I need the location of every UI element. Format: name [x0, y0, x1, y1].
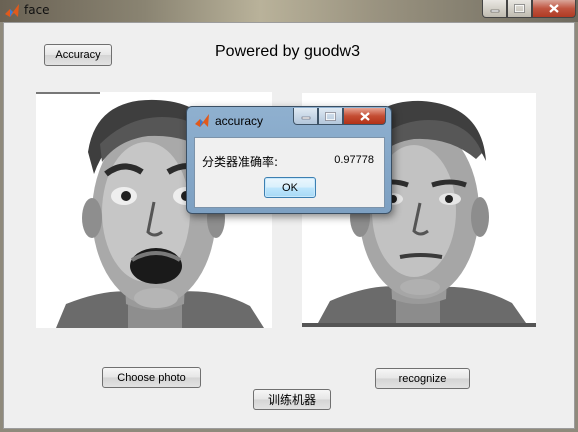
minimize-icon	[490, 9, 499, 12]
close-icon	[359, 111, 370, 121]
maximize-icon	[325, 111, 336, 121]
minimize-icon	[301, 116, 310, 120]
window-title: face	[24, 3, 50, 17]
accuracy-label: 分类器准确率:	[202, 155, 279, 169]
face-window: face Accuracy Powered by guodw3 Choose p…	[0, 0, 578, 432]
matlab-logo-icon	[195, 114, 209, 127]
powered-by-text: Powered by guodw3	[215, 43, 360, 60]
minimize-button[interactable]	[482, 0, 507, 18]
close-button[interactable]	[532, 0, 576, 18]
choose-photo-button[interactable]: Choose photo	[102, 367, 201, 388]
accuracy-button[interactable]: Accuracy	[44, 44, 112, 66]
ok-button[interactable]: OK	[264, 177, 316, 198]
dialog-close-button[interactable]	[343, 108, 386, 125]
maximize-button[interactable]	[507, 0, 532, 18]
accuracy-dialog: accuracy 分类器准确率: 0.97778 OK	[186, 106, 392, 214]
dialog-body: 分类器准确率: 0.97778 OK	[194, 137, 385, 208]
close-icon	[549, 4, 559, 13]
dialog-minimize-button[interactable]	[293, 108, 318, 125]
dialog-title: accuracy	[215, 114, 264, 128]
train-button[interactable]: 训练机器	[253, 389, 331, 410]
maximize-icon	[514, 4, 525, 13]
window-titlebar[interactable]: face	[0, 0, 578, 22]
dialog-controls	[293, 108, 386, 125]
recognize-button[interactable]: recognize	[375, 368, 470, 389]
dialog-maximize-button[interactable]	[318, 108, 343, 125]
window-controls	[482, 0, 576, 19]
accuracy-value: 0.97778	[334, 154, 374, 166]
matlab-logo-icon	[5, 4, 19, 17]
